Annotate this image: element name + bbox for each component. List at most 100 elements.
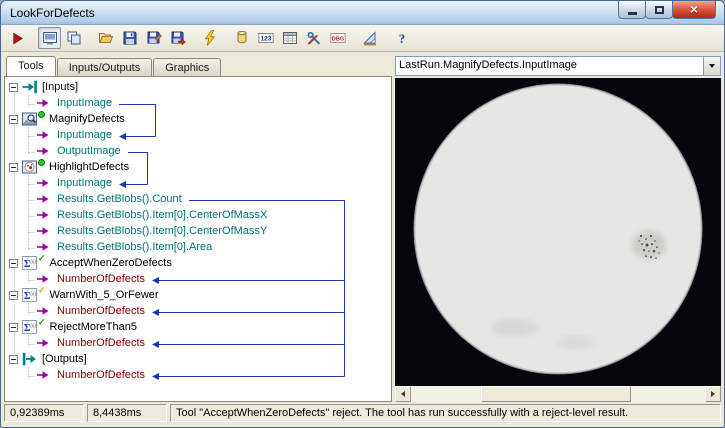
combo-dropdown-button[interactable] xyxy=(703,57,720,75)
save-icon xyxy=(122,30,138,46)
term-icon xyxy=(37,370,55,380)
measure-button[interactable] xyxy=(358,27,381,49)
app-window: LookForDefects 123 DBG? ToolsInputs/Outpu… xyxy=(0,0,725,428)
status-green-check-icon: ✓ xyxy=(38,317,46,327)
minimize-button[interactable] xyxy=(618,1,646,19)
tree-node-rejectmorethan5[interactable]: Σ (x) ✓ RejectMoreThan5 xyxy=(5,317,391,335)
tree-node-numberofdefects[interactable]: NumberOfDefects xyxy=(5,367,391,383)
tab-tools[interactable]: Tools xyxy=(6,56,56,76)
save-as-button[interactable] xyxy=(142,27,165,49)
node-label: AcceptWhenZeroDefects xyxy=(49,257,172,269)
tree-node-results-getblobs-item-0-area[interactable]: Results.GetBlobs().Item[0].Area xyxy=(5,239,391,255)
run-button[interactable] xyxy=(6,27,29,49)
time-1-value: 0,92389ms xyxy=(10,407,65,419)
term-icon xyxy=(37,178,55,188)
run-icon xyxy=(10,31,25,46)
status-message-text: Tool "AcceptWhenZeroDefects" reject. The… xyxy=(176,407,629,419)
node-label: [Outputs] xyxy=(42,353,87,365)
image-display[interactable] xyxy=(395,78,721,386)
tree-node-highlightdefects[interactable]: HighlightDefects xyxy=(5,159,391,175)
chevron-down-icon xyxy=(709,64,715,68)
node-label: WarnWith_5_OrFewer xyxy=(49,289,159,301)
tree-node-results-getblobs-item-0-centerofmassx[interactable]: Results.GetBlobs().Item[0].CenterOfMassX xyxy=(5,207,391,223)
status-time-1: 0,92389ms xyxy=(4,404,84,422)
expander-minus-icon[interactable] xyxy=(9,322,18,332)
results-button[interactable] xyxy=(230,27,253,49)
node-label: NumberOfDefects xyxy=(57,369,146,381)
tree-node-numberofdefects[interactable]: NumberOfDefects xyxy=(5,303,391,319)
open-icon xyxy=(98,30,114,46)
reset-button[interactable] xyxy=(198,27,221,49)
save-button[interactable] xyxy=(118,27,141,49)
tool-settings-button[interactable] xyxy=(302,27,325,49)
tree-node-magnifydefects[interactable]: MagnifyDefects xyxy=(5,111,391,127)
tree-node-results-getblobs-item-0-centerofmassy[interactable]: Results.GetBlobs().Item[0].CenterOfMassY xyxy=(5,223,391,239)
numeric-results-button[interactable]: 123 xyxy=(254,27,277,49)
copy-button[interactable] xyxy=(62,27,85,49)
jar-icon xyxy=(234,30,250,46)
tree-node-outputs[interactable]: [Outputs] xyxy=(5,351,391,367)
tool-tree-panel: Tools Inputs/Outputs Graphics [Inputs] Inpu… xyxy=(4,56,392,402)
tree-node-inputs[interactable]: [Inputs] xyxy=(5,79,391,95)
expander-minus-icon[interactable] xyxy=(9,354,18,364)
expander-minus-icon[interactable] xyxy=(9,114,18,124)
node-label: NumberOfDefects xyxy=(57,273,146,285)
expander-minus-icon[interactable] xyxy=(9,82,18,92)
dbg-icon: DBG xyxy=(329,30,346,46)
scroll-left-button[interactable] xyxy=(395,386,411,402)
expander-minus-icon[interactable] xyxy=(9,290,18,300)
node-label: Results.GetBlobs().Item[0].Area xyxy=(57,241,213,253)
show-image-toggle[interactable] xyxy=(38,27,61,49)
tree-node-numberofdefects[interactable]: NumberOfDefects xyxy=(5,335,391,351)
term-icon xyxy=(37,338,55,348)
tools-icon xyxy=(306,30,322,46)
tree-node-results-getblobs-count[interactable]: Results.GetBlobs().Count xyxy=(5,191,391,207)
tree-node-numberofdefects[interactable]: NumberOfDefects xyxy=(5,271,391,287)
titlebar[interactable]: LookForDefects xyxy=(1,1,724,25)
save-export-icon xyxy=(170,30,186,46)
help-button[interactable]: ? xyxy=(390,27,413,49)
tree-node-inputimage[interactable]: InputImage xyxy=(5,127,391,143)
export-button[interactable] xyxy=(166,27,189,49)
image-source-combo[interactable]: LastRun.MagnifyDefects.InputImage xyxy=(395,56,721,76)
tree-node-acceptwhenzerodefects[interactable]: Σ (x) ✓ AcceptWhenZeroDefects xyxy=(5,253,391,271)
svg-text:DBG: DBG xyxy=(331,36,343,42)
scrollbar-track[interactable] xyxy=(411,386,705,402)
status-green-check-icon: ✓ xyxy=(38,253,46,263)
status-message: Tool "AcceptWhenZeroDefects" reject. The… xyxy=(170,404,721,422)
tree-node-inputimage[interactable]: InputImage xyxy=(5,175,391,191)
term-icon xyxy=(37,274,55,284)
tree-node-inputimage[interactable]: InputImage xyxy=(5,95,391,111)
expander-minus-icon[interactable] xyxy=(9,258,18,268)
term-icon xyxy=(37,194,55,204)
term-icon xyxy=(37,146,55,156)
time-2-value: 8,4438ms xyxy=(93,407,142,419)
maximize-button[interactable] xyxy=(645,1,673,19)
status-yellow-check-icon: ✓ xyxy=(38,285,46,295)
svg-text:(x): (x) xyxy=(30,292,36,298)
scroll-right-button[interactable] xyxy=(705,386,721,402)
tree-node-outputimage[interactable]: OutputImage xyxy=(5,143,391,159)
tab-strip: Tools Inputs/Outputs Graphics xyxy=(4,56,392,76)
svg-text:?: ? xyxy=(398,31,405,46)
node-label: RejectMoreThan5 xyxy=(49,321,137,333)
tab-inputs-outputs[interactable]: Inputs/Outputs xyxy=(56,58,153,76)
svg-text:(x): (x) xyxy=(30,260,36,266)
scrollbar-thumb[interactable] xyxy=(481,386,631,402)
tree-node-warnwith-5-orfewer[interactable]: Σ (x) ✓ WarnWith_5_OrFewer xyxy=(5,285,391,303)
horizontal-scrollbar[interactable] xyxy=(395,386,721,402)
minimize-icon xyxy=(627,11,637,15)
status-green-dot-icon xyxy=(38,111,45,118)
expander-minus-icon[interactable] xyxy=(9,162,18,172)
close-button[interactable] xyxy=(672,1,716,19)
svg-text:123: 123 xyxy=(260,36,271,43)
status-green-dot-icon xyxy=(38,159,45,166)
node-label: OutputImage xyxy=(57,145,121,157)
debug-button[interactable]: DBG xyxy=(326,27,349,49)
tab-graphics[interactable]: Graphics xyxy=(153,58,222,76)
spreadsheet-button[interactable] xyxy=(278,27,301,49)
window-title: LookForDefects xyxy=(10,5,95,20)
scroll-right-icon xyxy=(711,391,715,397)
node-label: NumberOfDefects xyxy=(57,305,146,317)
open-button[interactable] xyxy=(94,27,117,49)
